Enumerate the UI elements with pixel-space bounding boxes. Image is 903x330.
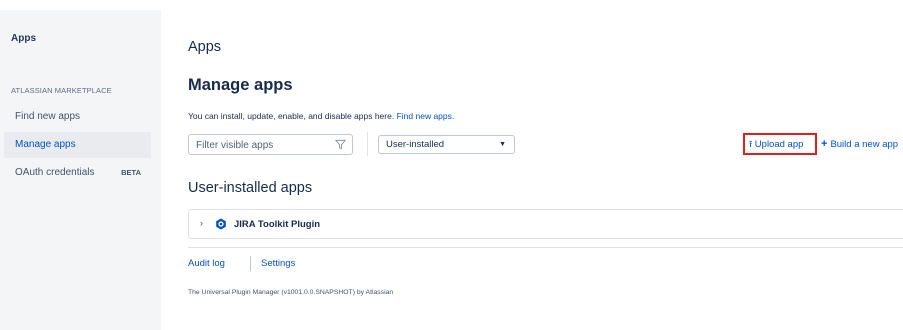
find-new-apps-link[interactable]: Find new apps. bbox=[397, 111, 455, 121]
divider bbox=[367, 132, 368, 156]
plus-icon: + bbox=[821, 138, 828, 150]
sidebar-section-label: ATLASSIAN MARKETPLACE bbox=[11, 86, 112, 95]
divider bbox=[188, 247, 903, 248]
build-new-app-button[interactable]: + Build a new app bbox=[821, 138, 898, 150]
upload-arrow-icon: ⭱ bbox=[749, 139, 753, 149]
sidebar-item-oauth-credentials[interactable]: OAuth credentials BETA bbox=[4, 160, 151, 186]
app-type-select[interactable]: User-installed ▼ bbox=[378, 135, 515, 154]
filter-icon bbox=[335, 139, 346, 150]
select-value: User-installed bbox=[386, 139, 445, 150]
filter-field bbox=[188, 134, 353, 155]
upload-app-button[interactable]: ⭱ Upload app bbox=[743, 133, 817, 155]
sidebar-item-label: Find new apps bbox=[15, 111, 81, 122]
sidebar: Apps ATLASSIAN MARKETPLACE Find new apps… bbox=[0, 10, 161, 330]
sidebar-item-label: OAuth credentials bbox=[15, 167, 95, 178]
sidebar-item-manage-apps[interactable]: Manage apps bbox=[4, 132, 151, 158]
beta-badge: BETA bbox=[121, 168, 141, 177]
main-content: Apps Manage apps You can install, update… bbox=[188, 0, 903, 330]
plugin-row[interactable]: › JIRA Toolkit Plugin bbox=[188, 209, 903, 239]
filter-input[interactable] bbox=[189, 136, 336, 155]
page-description: You can install, update, enable, and dis… bbox=[188, 111, 454, 121]
chevron-right-icon[interactable]: › bbox=[200, 218, 203, 228]
sidebar-title: Apps bbox=[11, 33, 36, 44]
page-subtitle: Manage apps bbox=[188, 76, 293, 94]
plugin-name: JIRA Toolkit Plugin bbox=[234, 219, 321, 230]
sidebar-item-label: Manage apps bbox=[15, 139, 76, 150]
footer-text: The Universal Plugin Manager (v1001.0.0.… bbox=[188, 289, 394, 296]
user-installed-heading: User-installed apps bbox=[188, 180, 313, 196]
build-new-app-label: Build a new app bbox=[830, 139, 899, 150]
caret-down-icon: ▼ bbox=[499, 141, 506, 148]
plugin-gear-icon bbox=[216, 218, 226, 230]
link-separator bbox=[250, 256, 251, 271]
upload-app-label: Upload app bbox=[754, 139, 804, 150]
settings-link[interactable]: Settings bbox=[261, 258, 295, 269]
audit-log-link[interactable]: Audit log bbox=[188, 258, 225, 269]
description-text: You can install, update, enable, and dis… bbox=[188, 111, 395, 121]
sidebar-item-find-new-apps[interactable]: Find new apps bbox=[4, 104, 151, 130]
page-title: Apps bbox=[188, 39, 222, 55]
